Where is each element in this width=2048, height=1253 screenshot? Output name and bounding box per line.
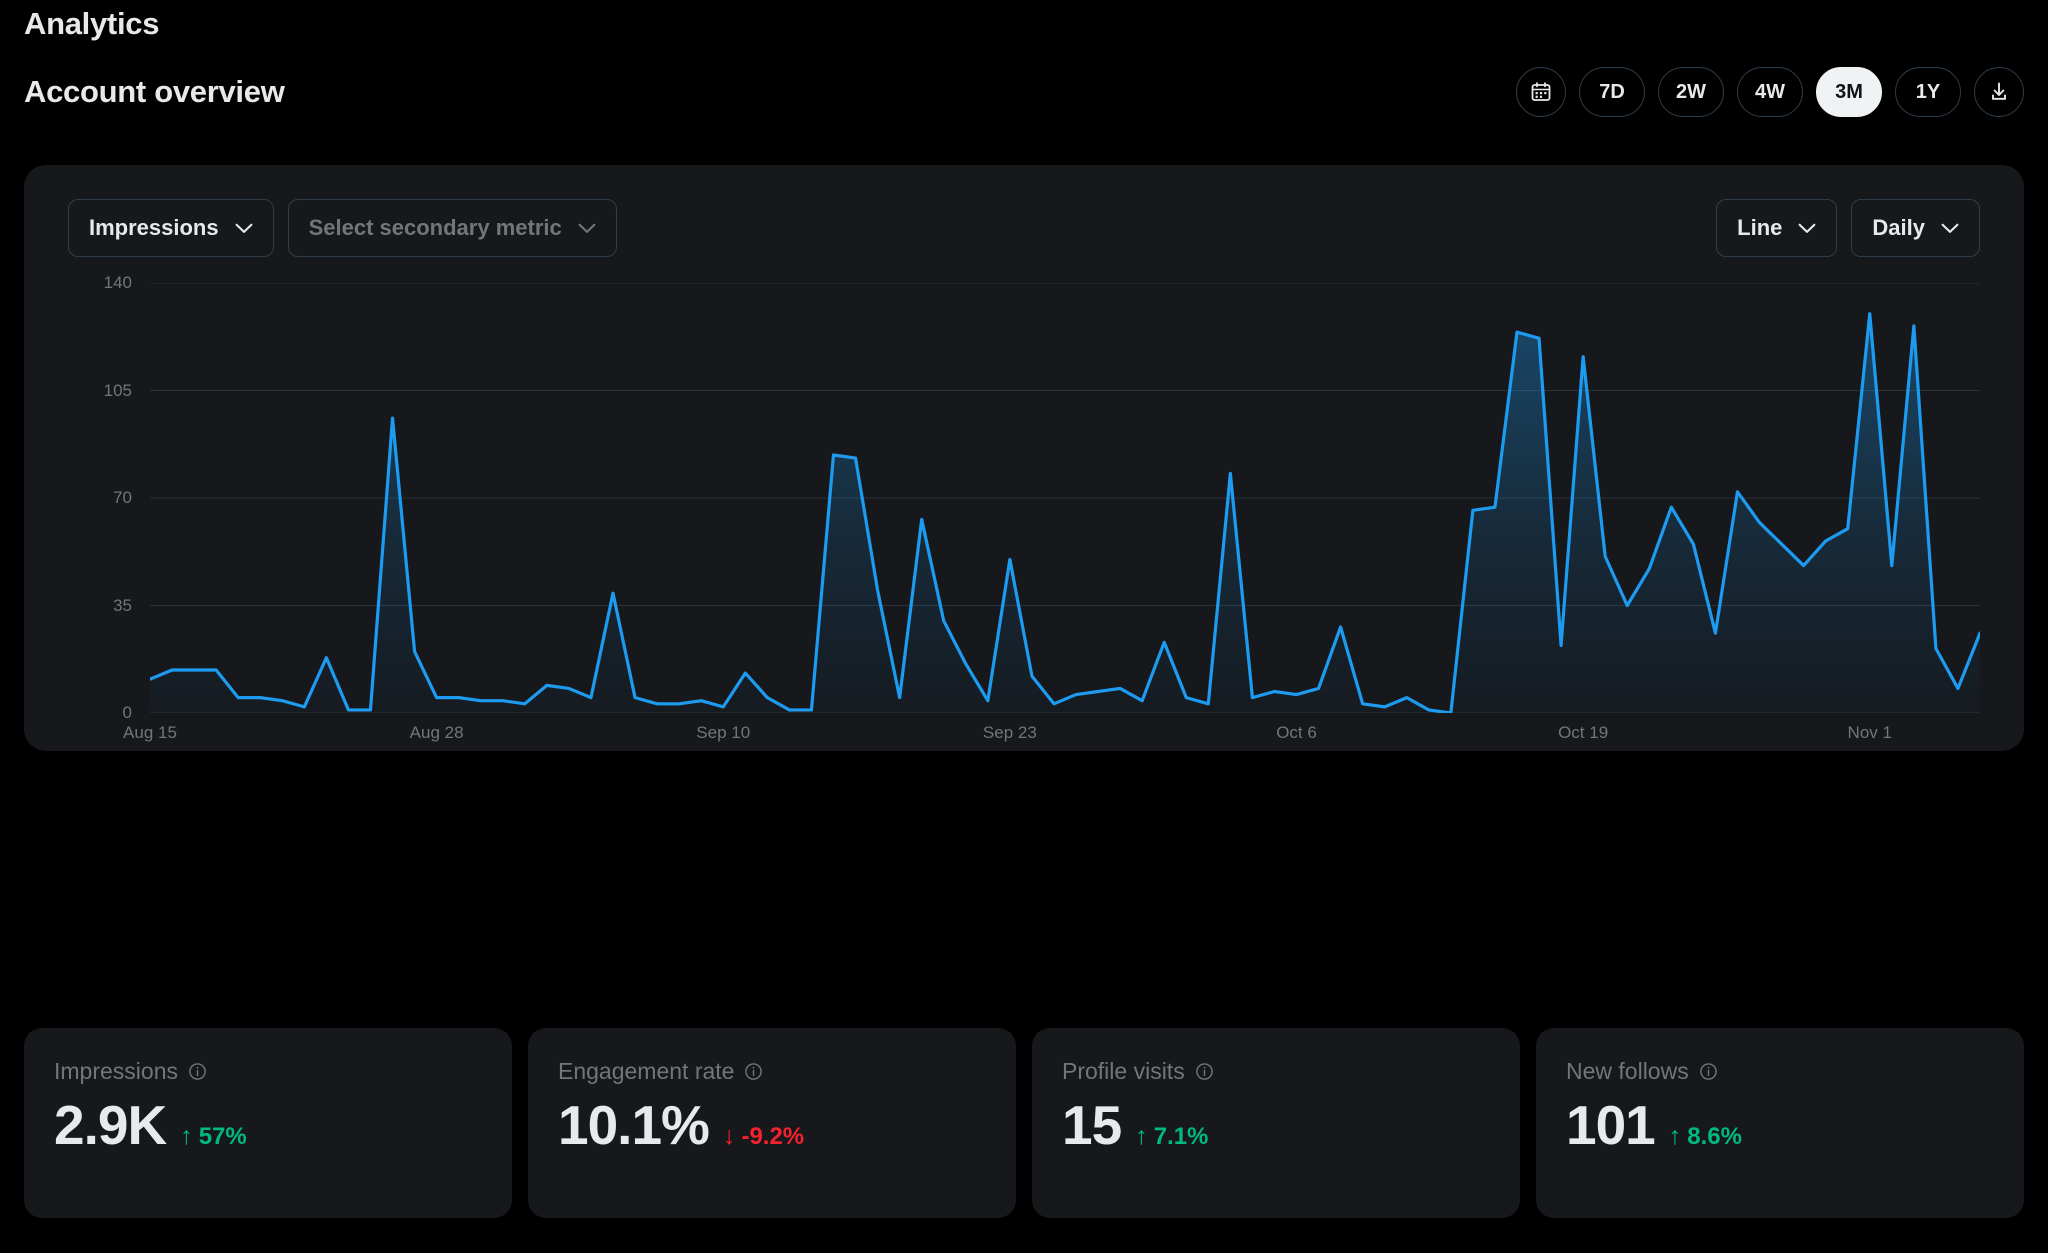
stat-card-new-follows[interactable]: New follows 101 ↑ 8.6% xyxy=(1536,1028,2024,1218)
stat-value: 101 xyxy=(1566,1094,1656,1156)
stat-delta: ↓ -9.2% xyxy=(723,1122,804,1151)
x-axis-tick: Oct 19 xyxy=(1558,723,1609,742)
stat-delta-value: 8.6% xyxy=(1687,1122,1742,1150)
stat-delta: ↑ 57% xyxy=(180,1122,247,1151)
primary-metric-label: Impressions xyxy=(89,215,219,240)
calendar-button[interactable] xyxy=(1516,67,1566,117)
download-button[interactable] xyxy=(1974,67,2024,117)
range-button-1y[interactable]: 1Y xyxy=(1895,67,1961,117)
range-button-2w[interactable]: 2W xyxy=(1658,67,1724,117)
page-eyebrow: Analytics xyxy=(24,6,160,41)
arrow-up-icon: ↑ xyxy=(1668,1122,1682,1150)
stat-delta: ↑ 8.6% xyxy=(1669,1122,1742,1151)
x-axis-labels: Aug 15 Aug 28 Sep 10 Sep 23 Oct 6 Oct 19 Nov 1 xyxy=(123,723,1980,747)
arrow-up-icon: ↑ xyxy=(180,1122,193,1150)
time-range-group: 7D 2W 4W 3M 1Y xyxy=(1516,67,2024,117)
stat-value: 10.1% xyxy=(558,1094,710,1156)
y-axis-tick: 70 xyxy=(113,488,132,507)
stat-label: Profile visits xyxy=(1062,1058,1185,1084)
stat-delta-value: -9.2% xyxy=(741,1122,805,1150)
chart-area-fill xyxy=(150,313,1980,713)
chart-controls: Impressions Select secondary metric Line xyxy=(24,165,2024,257)
chart-panel: Impressions Select secondary metric Line xyxy=(24,165,2024,751)
x-axis-tick: Sep 23 xyxy=(982,723,1037,742)
stat-delta: ↑ 7.1% xyxy=(1135,1122,1208,1151)
secondary-metric-select[interactable]: Select secondary metric xyxy=(287,199,617,257)
chart-type-label: Line xyxy=(1737,215,1783,240)
page-title: Account overview xyxy=(24,74,285,109)
chart-plot-area: 0 35 70 105 140 Aug 15 Aug 28 Sep 10 Sep… xyxy=(24,273,2024,742)
stat-value: 15 xyxy=(1062,1094,1122,1156)
primary-metric-select[interactable]: Impressions xyxy=(68,199,274,257)
range-button-7d[interactable]: 7D xyxy=(1579,67,1645,117)
chevron-down-icon xyxy=(1798,223,1816,234)
x-axis-tick: Sep 10 xyxy=(696,723,751,742)
y-axis-tick: 35 xyxy=(113,595,132,615)
secondary-metric-label: Select secondary metric xyxy=(308,215,562,240)
granularity-select[interactable]: Daily xyxy=(1851,199,1980,257)
y-axis-labels: 0 35 70 105 140 xyxy=(24,273,150,722)
info-icon[interactable] xyxy=(1195,1062,1214,1081)
range-button-4w[interactable]: 4W xyxy=(1737,67,1803,117)
info-icon[interactable] xyxy=(744,1062,763,1081)
x-axis-tick: Aug 15 xyxy=(123,723,177,742)
stat-card-profile-visits[interactable]: Profile visits 15 ↑ 7.1% xyxy=(1032,1028,1520,1218)
granularity-label: Daily xyxy=(1872,215,1925,240)
stat-cards: Impressions 2.9K ↑ 57% Engagement rate 1… xyxy=(24,1028,2024,1218)
stat-card-engagement-rate[interactable]: Engagement rate 10.1% ↓ -9.2% xyxy=(528,1028,1016,1218)
line-chart-svg xyxy=(150,283,1980,713)
x-axis-tick: Aug 28 xyxy=(409,723,464,742)
arrow-up-icon: ↑ xyxy=(1135,1122,1148,1150)
chevron-down-icon xyxy=(235,223,253,234)
chevron-down-icon xyxy=(1941,223,1959,234)
x-axis-tick: Oct 6 xyxy=(1276,723,1317,742)
page-header: Analytics Account overview 7D 2W 4W 3M 1… xyxy=(0,0,2048,117)
x-axis-tick: Nov 1 xyxy=(1847,723,1892,742)
stat-value: 2.9K xyxy=(54,1094,167,1156)
chart-type-select[interactable]: Line xyxy=(1716,199,1838,257)
y-axis-tick: 105 xyxy=(103,380,132,400)
info-icon[interactable] xyxy=(188,1062,207,1081)
arrow-down-icon: ↓ xyxy=(722,1122,736,1150)
range-button-3m[interactable]: 3M xyxy=(1816,67,1882,117)
stat-label: Engagement rate xyxy=(558,1058,735,1084)
download-icon xyxy=(1987,80,2011,104)
chart-canvas[interactable] xyxy=(150,283,1980,713)
stat-label: New follows xyxy=(1566,1058,1689,1084)
chevron-down-icon xyxy=(578,223,596,234)
stat-delta-value: 57% xyxy=(198,1122,247,1150)
info-icon[interactable] xyxy=(1699,1062,1718,1081)
calendar-icon xyxy=(1529,80,1553,104)
analytics-page: Analytics Account overview 7D 2W 4W 3M 1… xyxy=(0,0,2048,1253)
stat-card-impressions[interactable]: Impressions 2.9K ↑ 57% xyxy=(24,1028,512,1218)
y-axis-tick: 0 xyxy=(122,703,132,722)
y-axis-tick: 140 xyxy=(103,273,132,292)
stat-delta-value: 7.1% xyxy=(1153,1122,1209,1150)
stat-label: Impressions xyxy=(54,1058,178,1084)
